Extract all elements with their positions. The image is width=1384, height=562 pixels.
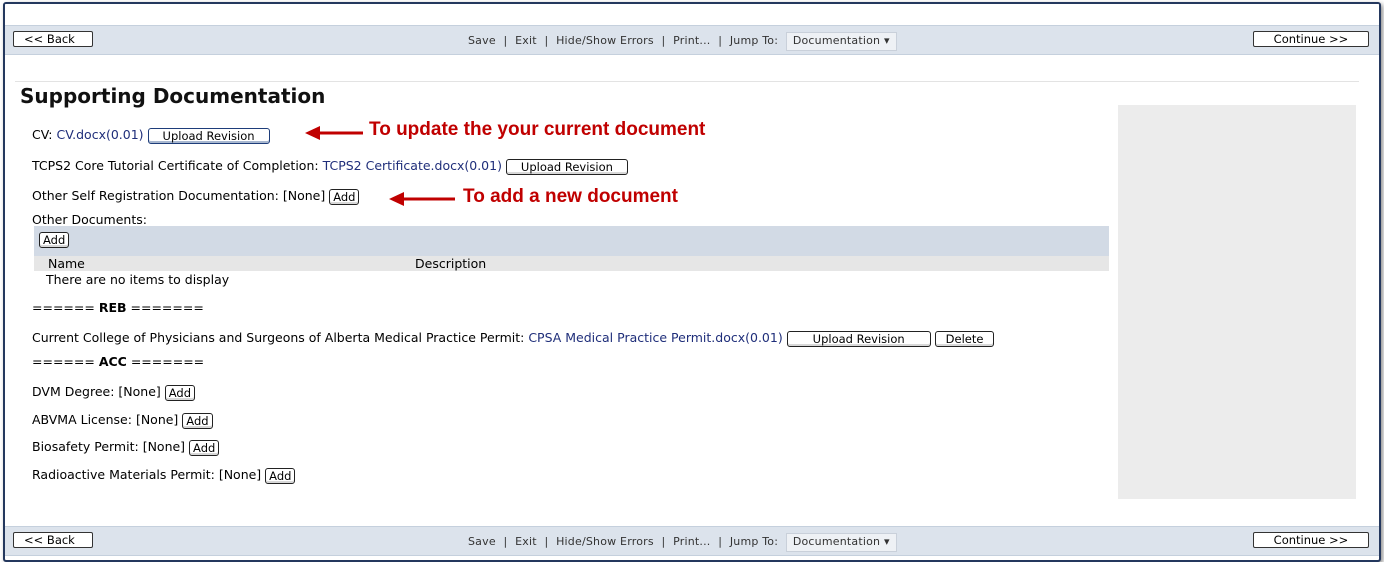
nav-separator: | [503, 535, 508, 548]
chevron-down-icon: ▾ [883, 535, 890, 548]
hide-show-errors-link[interactable]: Hide/Show Errors [556, 34, 654, 47]
dvm-degree-add-button[interactable]: Add [164, 384, 196, 401]
self-registration-value: [None] [282, 188, 326, 203]
update-annotation: To update the your current document [369, 119, 706, 140]
jump-to-value: Documentation [792, 535, 881, 548]
jump-to-value: Documentation [792, 34, 881, 47]
cv-row: CV: CV.docx(0.01) Upload Revision [32, 127, 270, 144]
self-registration-add-button[interactable]: Add [329, 188, 360, 205]
biosafety-permit-label: Biosafety Permit: [32, 439, 139, 454]
continue-button[interactable]: Continue >> [1253, 532, 1369, 548]
tcps2-row: TCPS2 Core Tutorial Certificate of Compl… [32, 158, 628, 175]
other-documents-toolbar: Add [34, 226, 1109, 256]
tcps2-label: TCPS2 Core Tutorial Certificate of Compl… [32, 158, 319, 173]
table-header: Name Description [34, 256, 1109, 271]
other-documents-label: Other Documents: [32, 212, 147, 227]
cv-file-link[interactable]: CV.docx(0.01) [56, 127, 143, 142]
top-nav-bar: << Back Save | Exit | Hide/Show Errors |… [5, 25, 1379, 55]
add-annotation: To add a new document [463, 186, 678, 207]
back-button[interactable]: << Back [13, 532, 93, 548]
biosafety-permit-value: [None] [142, 439, 186, 454]
radioactive-materials-permit-row: Radioactive Materials Permit: [None] Add [32, 467, 296, 484]
other-documents-table: Add Name Description There are no items … [34, 226, 1109, 289]
add-arrow-icon [389, 192, 455, 206]
reb-prefix: ====== [32, 300, 99, 315]
jump-to-select[interactable]: Documentation ▾ [785, 32, 897, 51]
acc-label: ACC [98, 354, 127, 369]
cpsa-label: Current College of Physicians and Surgeo… [32, 330, 525, 345]
cpsa-file-link[interactable]: CPSA Medical Practice Permit.docx(0.01) [528, 330, 782, 345]
nav-separator: | [661, 535, 666, 548]
back-button[interactable]: << Back [13, 31, 93, 47]
divider [15, 81, 1359, 82]
abvma-license-add-button[interactable]: Add [182, 412, 213, 429]
empty-message: There are no items to display [46, 272, 230, 287]
dvm-degree-label: DVM Degree: [32, 384, 115, 399]
abvma-license-label: ABVMA License: [32, 412, 132, 427]
cv-label: CV: [32, 127, 53, 142]
biosafety-permit-row: Biosafety Permit: [None] Add [32, 439, 220, 456]
nav-separator: | [503, 34, 508, 47]
hide-show-errors-link[interactable]: Hide/Show Errors [556, 535, 654, 548]
nav-links: Save | Exit | Hide/Show Errors | Print..… [468, 533, 897, 552]
column-header-name[interactable]: Name [48, 256, 85, 271]
save-link[interactable]: Save [468, 535, 496, 548]
nav-separator: | [718, 34, 723, 47]
acc-section-header: ====== ACC ======= [32, 354, 204, 369]
continue-button[interactable]: Continue >> [1253, 31, 1369, 47]
nav-separator: | [544, 34, 549, 47]
self-registration-row: Other Self Registration Documentation: [… [32, 188, 360, 205]
print-link[interactable]: Print... [673, 535, 710, 548]
abvma-license-row: ABVMA License: [None] Add [32, 412, 213, 429]
update-arrow-icon [305, 126, 363, 140]
abvma-license-value: [None] [135, 412, 179, 427]
exit-link[interactable]: Exit [515, 34, 537, 47]
reb-suffix: ======= [126, 300, 204, 315]
cv-upload-revision-button[interactable]: Upload Revision [147, 127, 270, 144]
cpsa-delete-button[interactable]: Delete [934, 330, 995, 347]
nav-separator: | [718, 535, 723, 548]
side-panel [1118, 105, 1356, 499]
acc-suffix: ======= [126, 354, 205, 369]
nav-links: Save | Exit | Hide/Show Errors | Print..… [468, 32, 897, 51]
dvm-degree-value: [None] [118, 384, 161, 399]
reb-label: REB [98, 300, 127, 315]
cpsa-upload-revision-button[interactable]: Upload Revision [786, 330, 931, 347]
chevron-down-icon: ▾ [883, 34, 890, 47]
acc-prefix: ====== [32, 354, 99, 369]
radioactive-materials-permit-add-button[interactable]: Add [265, 467, 296, 484]
tcps2-file-link[interactable]: TCPS2 Certificate.docx(0.01) [323, 158, 502, 173]
radioactive-materials-permit-value: [None] [218, 467, 262, 482]
nav-separator: | [661, 34, 666, 47]
radioactive-materials-permit-label: Radioactive Materials Permit: [32, 467, 215, 482]
top-strip [5, 4, 1379, 24]
bottom-nav-bar: << Back Save | Exit | Hide/Show Errors |… [5, 526, 1379, 556]
jump-to-label: Jump To: [729, 535, 779, 548]
page-title: Supporting Documentation [20, 84, 326, 108]
exit-link[interactable]: Exit [515, 535, 537, 548]
column-header-description[interactable]: Description [415, 256, 486, 271]
self-registration-label: Other Self Registration Documentation: [32, 188, 279, 203]
other-documents-add-button[interactable]: Add [39, 232, 70, 248]
print-link[interactable]: Print... [673, 34, 710, 47]
biosafety-permit-add-button[interactable]: Add [189, 439, 220, 456]
save-link[interactable]: Save [468, 34, 496, 47]
tcps2-upload-revision-button[interactable]: Upload Revision [505, 158, 628, 175]
jump-to-label: Jump To: [729, 34, 779, 47]
nav-separator: | [544, 535, 549, 548]
dvm-degree-row: DVM Degree: [None] Add [32, 384, 196, 401]
jump-to-select[interactable]: Documentation ▾ [785, 533, 897, 552]
reb-section-header: ====== REB ======= [32, 300, 204, 315]
cpsa-row: Current College of Physicians and Surgeo… [32, 330, 995, 347]
application-window: << Back Save | Exit | Hide/Show Errors |… [3, 2, 1381, 562]
